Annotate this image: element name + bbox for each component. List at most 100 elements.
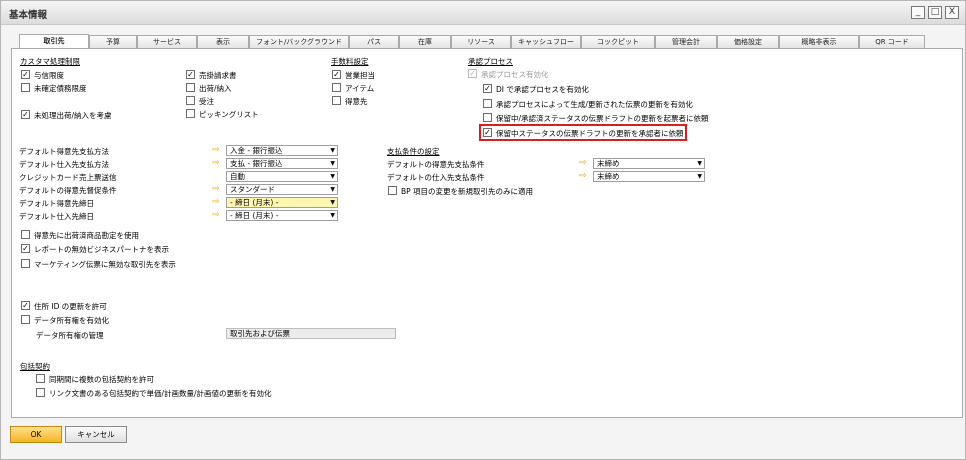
vend-payment-method-select[interactable]: 支払 - 銀行振込 ▼ xyxy=(226,158,338,169)
chevron-down-icon: ▼ xyxy=(330,160,335,167)
tab-path[interactable]: パス xyxy=(349,35,399,48)
link-arrow-icon[interactable]: ⇨ xyxy=(212,198,224,207)
request-approver-checkbox[interactable]: ✓ xyxy=(483,128,492,137)
chevron-down-icon: ▼ xyxy=(330,186,335,193)
customer-limits-title: カスタマ処理制限 xyxy=(20,57,80,66)
data-ownership-label: データ所有権を有効化 xyxy=(34,316,109,325)
chevron-down-icon: ▼ xyxy=(330,147,335,154)
minimize-button[interactable]: _ xyxy=(911,6,925,19)
maximize-button[interactable]: □ xyxy=(928,6,942,19)
tab-management-accounting[interactable]: 管理会計 xyxy=(655,35,717,48)
request-originator-checkbox[interactable] xyxy=(483,113,492,122)
vend-closing-date-select[interactable]: - 締日 (月末) - ▼ xyxy=(226,210,338,221)
marketing-inactive-checkbox[interactable] xyxy=(21,259,30,268)
sales-employee-checkbox[interactable]: ✓ xyxy=(332,70,341,79)
tab-business-partner[interactable]: 取引先 xyxy=(19,34,89,49)
delivery-label: 出荷/納入 xyxy=(199,84,232,93)
tab-font-background[interactable]: フォント/バックグラウンド xyxy=(249,35,349,48)
tab-display[interactable]: 表示 xyxy=(197,35,249,48)
address-id-label: 住所 ID の更新を許可 xyxy=(34,302,107,311)
cancel-button[interactable]: キャンセル xyxy=(65,426,127,443)
di-approval-label: DI で承認プロセスを有効化 xyxy=(496,85,589,94)
item-label: アイテム xyxy=(345,84,375,93)
cust-term-label: デフォルトの得意先支払条件 xyxy=(387,160,485,169)
commitment-limit-checkbox[interactable] xyxy=(21,83,30,92)
tab-service[interactable]: サービス xyxy=(137,35,197,48)
customer-label: 得意先 xyxy=(345,97,368,106)
business-partner-panel: カスタマ処理制限 ✓ 与信限度 未確定債務限度 ✓ 未処理出荷/納入を考慮 ✓ … xyxy=(11,48,963,418)
close-button[interactable]: X xyxy=(945,6,959,19)
tab-cockpit[interactable]: コックピット xyxy=(581,35,655,48)
approval-enable-checkbox: ✓ xyxy=(468,69,477,78)
cust-payment-method-label: デフォルト得意先支払方法 xyxy=(19,147,109,156)
picking-list-label: ピッキングリスト xyxy=(199,110,259,119)
approval-update-checkbox[interactable] xyxy=(483,99,492,108)
cust-closing-date-label: デフォルト得意先締日 xyxy=(19,199,94,208)
item-checkbox[interactable] xyxy=(332,83,341,92)
tab-pricing[interactable]: 価格設定 xyxy=(717,35,779,48)
approval-title: 承認プロセス xyxy=(468,57,513,66)
address-id-checkbox[interactable]: ✓ xyxy=(21,301,30,310)
link-arrow-icon[interactable]: ⇨ xyxy=(212,159,224,168)
vend-closing-date-label: デフォルト仕入先締日 xyxy=(19,212,94,221)
marketing-inactive-label: マーケティング伝票に無効な取引先を表示 xyxy=(34,260,176,269)
tab-qr-code[interactable]: QR コード xyxy=(859,35,925,48)
chevron-down-icon: ▼ xyxy=(697,160,702,167)
dunning-term-select[interactable]: スタンダード ▼ xyxy=(226,184,338,195)
link-arrow-icon[interactable]: ⇨ xyxy=(212,211,224,220)
customer-checkbox[interactable] xyxy=(332,96,341,105)
order-label: 受注 xyxy=(199,97,214,106)
approval-update-label: 承認プロセスによって生成/更新された伝票の更新を有効化 xyxy=(496,100,693,109)
credit-card-label: クレジットカード売上票送信 xyxy=(19,173,117,182)
basic-info-window: 基本情報 _ □ X 取引先 予算 サービス 表示 フォント/バックグラウンド … xyxy=(0,0,966,460)
sales-invoice-checkbox[interactable]: ✓ xyxy=(186,70,195,79)
credit-card-select[interactable]: 自動 ▼ xyxy=(226,171,338,182)
chevron-down-icon: ▼ xyxy=(697,173,702,180)
blanket-update-checkbox[interactable] xyxy=(36,388,45,397)
picking-list-checkbox[interactable] xyxy=(186,109,195,118)
consider-unprocessed-checkbox[interactable]: ✓ xyxy=(21,110,30,119)
delivery-checkbox[interactable] xyxy=(186,83,195,92)
link-arrow-icon[interactable]: ⇨ xyxy=(212,185,224,194)
window-title: 基本情報 xyxy=(9,10,48,21)
blanket-multiple-label: 同期間に複数の包括契約を許可 xyxy=(49,375,154,384)
order-checkbox[interactable] xyxy=(186,96,195,105)
di-approval-checkbox[interactable]: ✓ xyxy=(483,84,492,93)
tab-resources[interactable]: リソース xyxy=(451,35,511,48)
vend-payment-method-label: デフォルト仕入先支払方法 xyxy=(19,160,109,169)
bp-new-only-label: BP 項目の変更を新規取引先のみに適用 xyxy=(401,187,534,196)
payment-terms-title: 支払条件の設定 xyxy=(387,147,440,156)
link-arrow-icon[interactable]: ⇨ xyxy=(579,172,591,181)
ok-button[interactable]: OK xyxy=(10,426,62,443)
consider-unprocessed-label: 未処理出荷/納入を考慮 xyxy=(34,111,112,120)
dunning-term-label: デフォルトの得意先督促条件 xyxy=(19,186,117,195)
show-inactive-partners-label: レポートの無効ビジネスパートナを表示 xyxy=(34,245,169,254)
blanket-multiple-checkbox[interactable] xyxy=(36,374,45,383)
tab-summary-hide[interactable]: 概略非表示 xyxy=(779,35,859,48)
credit-limit-label: 与信限度 xyxy=(34,71,64,80)
data-ownership-checkbox[interactable] xyxy=(21,315,30,324)
sales-employee-label: 営業担当 xyxy=(345,71,375,80)
cust-payment-method-select[interactable]: 入金 - 銀行振込 ▼ xyxy=(226,145,338,156)
tab-budget[interactable]: 予算 xyxy=(89,35,137,48)
delivered-goods-checkbox[interactable] xyxy=(21,230,30,239)
credit-limit-checkbox[interactable]: ✓ xyxy=(21,70,30,79)
chevron-down-icon: ▼ xyxy=(330,173,335,180)
cust-closing-date-select[interactable]: - 締日 (月末) - ▼ xyxy=(226,197,338,208)
approval-enable-label: 承認プロセス有効化 xyxy=(481,70,549,79)
vend-term-label: デフォルトの仕入先支払条件 xyxy=(387,173,485,182)
ownership-mgmt-label: データ所有権の管理 xyxy=(36,331,104,340)
delivered-goods-label: 得意先に出荷済商品勘定を使用 xyxy=(34,231,139,240)
show-inactive-partners-checkbox[interactable]: ✓ xyxy=(21,244,30,253)
link-arrow-icon[interactable]: ⇨ xyxy=(579,159,591,168)
cust-term-select[interactable]: 末締め ▼ xyxy=(593,158,705,169)
request-approver-label: 保留中ステータスの伝票ドラフトの更新を承認者に依頼 xyxy=(496,129,684,138)
tab-cash-flow[interactable]: キャッシュフロー xyxy=(511,35,581,48)
request-originator-label: 保留中/承認済ステータスの伝票ドラフトの更新を起票者に依頼 xyxy=(496,114,709,123)
sales-invoice-label: 売掛請求書 xyxy=(199,71,237,80)
link-arrow-icon[interactable]: ⇨ xyxy=(212,146,224,155)
tab-inventory[interactable]: 在庫 xyxy=(399,35,451,48)
bp-new-only-checkbox[interactable] xyxy=(388,186,397,195)
blanket-title: 包括契約 xyxy=(20,362,50,371)
vend-term-select[interactable]: 末締め ▼ xyxy=(593,171,705,182)
